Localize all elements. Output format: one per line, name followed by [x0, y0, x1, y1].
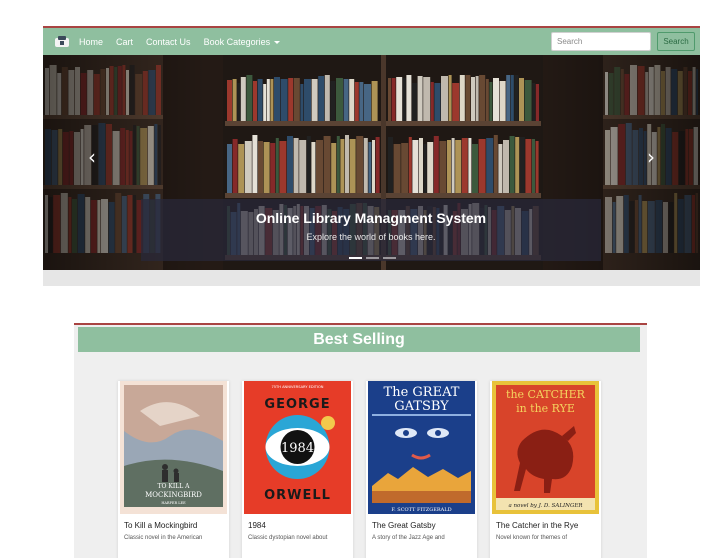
carousel-next-arrow-icon[interactable]: ›: [647, 147, 655, 167]
book-card[interactable]: 75TH ANNIVERSARY EDITION GEORGE 1984 ORW…: [242, 381, 353, 558]
carousel-caption: Online Library Managment System Explore …: [141, 199, 601, 261]
book-cover-gatsby[interactable]: The GREAT GATSBY F. SCOTT FITZGERALD: [368, 381, 475, 514]
brand-logo-icon[interactable]: [55, 35, 69, 48]
cover-text: HARPER LEE: [161, 501, 186, 505]
cover-text: F. SCOTT FITZGERALD: [391, 507, 451, 513]
book-cover-1984[interactable]: 75TH ANNIVERSARY EDITION GEORGE 1984 ORW…: [244, 381, 351, 514]
cover-text: a novel by J. D. SALINGER: [508, 503, 582, 509]
hero-carousel: ‹ › Online Library Managment System Expl…: [43, 55, 700, 270]
book-title[interactable]: 1984: [248, 521, 266, 530]
book-description: A story of the Jazz Age and: [372, 535, 445, 541]
book-title[interactable]: The Catcher in the Rye: [496, 521, 578, 530]
search-input[interactable]: [551, 32, 651, 51]
book-card[interactable]: the CATCHER in the RYE a novel by J. D. …: [490, 381, 601, 558]
best-selling-section: Best Selling TO KILL A MOCKINGBIRD HARPE…: [74, 323, 647, 558]
carousel-indicators: [349, 257, 397, 260]
book-description: Novel known for themes of: [496, 535, 568, 541]
cover-text: GATSBY: [394, 399, 449, 414]
nav-link-contact[interactable]: Contact Us: [146, 37, 191, 47]
book-card[interactable]: TO KILL A MOCKINGBIRD HARPER LEE To Kill…: [118, 381, 229, 558]
cover-text: the CATCHER: [506, 388, 586, 401]
search-button[interactable]: Search: [657, 32, 695, 51]
cover-text: The GREAT: [384, 385, 460, 400]
carousel-title: Online Library Managment System: [255, 210, 487, 226]
nav-link-cart[interactable]: Cart: [116, 37, 133, 47]
book-card[interactable]: The GREAT GATSBY F. SCOTT FITZGERALD The…: [366, 381, 477, 558]
cover-text: GEORGE: [264, 397, 330, 412]
carousel-indicator[interactable]: [366, 257, 379, 259]
nav-dropdown-book-categories[interactable]: Book Categories: [204, 37, 281, 47]
caret-down-icon: [274, 40, 281, 44]
carousel-indicator[interactable]: [349, 257, 362, 259]
carousel-prev-arrow-icon[interactable]: ‹: [88, 147, 96, 167]
book-description: Classic novel in the American: [124, 535, 203, 541]
book-description: Classic dystopian novel about: [248, 535, 328, 541]
carousel-subtitle: Explore the world of books here.: [306, 232, 436, 242]
nav-link-home[interactable]: Home: [79, 37, 103, 47]
cover-text: 75TH ANNIVERSARY EDITION: [271, 385, 323, 389]
nav-dropdown-label: Book Categories: [203, 36, 271, 47]
book-cover-catcher[interactable]: the CATCHER in the RYE a novel by J. D. …: [492, 381, 599, 514]
cover-text: MOCKINGBIRD: [145, 491, 202, 499]
cover-text: in the RYE: [516, 402, 575, 415]
book-title[interactable]: To Kill a Mockingbird: [124, 521, 197, 530]
book-title[interactable]: The Great Gatsby: [372, 521, 436, 530]
cover-text: 1984: [281, 441, 314, 456]
book-cover-mockingbird[interactable]: TO KILL A MOCKINGBIRD HARPER LEE: [120, 381, 227, 514]
hero-section: Home Cart Contact Us Book Categories Sea…: [43, 26, 700, 286]
navbar: Home Cart Contact Us Book Categories Sea…: [43, 28, 700, 55]
best-selling-heading: Best Selling: [78, 327, 640, 352]
carousel-indicator[interactable]: [383, 257, 396, 259]
cover-text: TO KILL A: [158, 483, 191, 490]
cover-text: ORWELL: [264, 488, 331, 503]
